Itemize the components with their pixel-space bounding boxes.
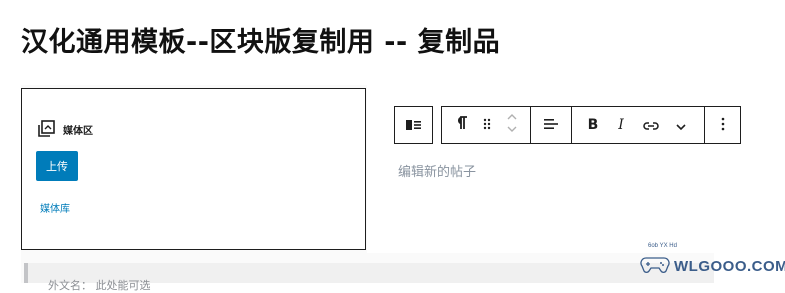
watermark-text: WLGOOO.COM bbox=[674, 258, 785, 275]
more-formatting-button[interactable] bbox=[668, 107, 694, 143]
link-button[interactable] bbox=[638, 107, 664, 143]
link-icon bbox=[643, 116, 659, 135]
media-placeholder[interactable]: 媒体区 上传 媒体库 bbox=[21, 88, 366, 250]
toolbar-divider bbox=[704, 107, 705, 143]
media-label: 媒体区 bbox=[63, 126, 93, 137]
bold-button[interactable]: B bbox=[580, 107, 606, 143]
pilcrow-icon bbox=[456, 115, 468, 135]
toolbar-divider bbox=[571, 107, 572, 143]
drag-handle-icon bbox=[482, 116, 492, 135]
lower-meta-panel: 外文名： 此处能可选 bbox=[24, 263, 714, 292]
italic-button[interactable]: I bbox=[608, 107, 634, 143]
block-options-button[interactable] bbox=[706, 107, 740, 143]
lower-panel-text: 外文名： 此处能可选 bbox=[48, 279, 151, 292]
block-toolbar: B I bbox=[441, 106, 741, 144]
more-vertical-icon bbox=[721, 116, 725, 135]
paragraph-transform-button[interactable] bbox=[448, 107, 476, 143]
drag-handle[interactable] bbox=[476, 107, 498, 143]
media-library-link[interactable]: 媒体库 bbox=[40, 200, 70, 215]
block-switcher-button[interactable] bbox=[394, 106, 433, 144]
paragraph-placeholder[interactable]: 编辑新的帖子 bbox=[398, 161, 476, 180]
move-up-down-buttons[interactable] bbox=[500, 107, 524, 143]
watermark-small-text: 6ob YX Hd bbox=[648, 243, 677, 249]
upload-button[interactable]: 上传 bbox=[36, 151, 78, 181]
media-icon bbox=[37, 119, 57, 139]
chevron-up-down-icon bbox=[505, 111, 519, 139]
page-title: 汉化通用模板--区块版复制用 -- 复制品 bbox=[21, 27, 501, 58]
align-button[interactable] bbox=[531, 107, 571, 143]
align-left-icon bbox=[543, 116, 559, 135]
watermark: 6ob YX Hd WLGOOO.COM bbox=[638, 240, 785, 280]
chevron-down-icon bbox=[675, 116, 687, 135]
gamepad-icon bbox=[640, 254, 670, 278]
media-text-icon bbox=[405, 116, 423, 135]
